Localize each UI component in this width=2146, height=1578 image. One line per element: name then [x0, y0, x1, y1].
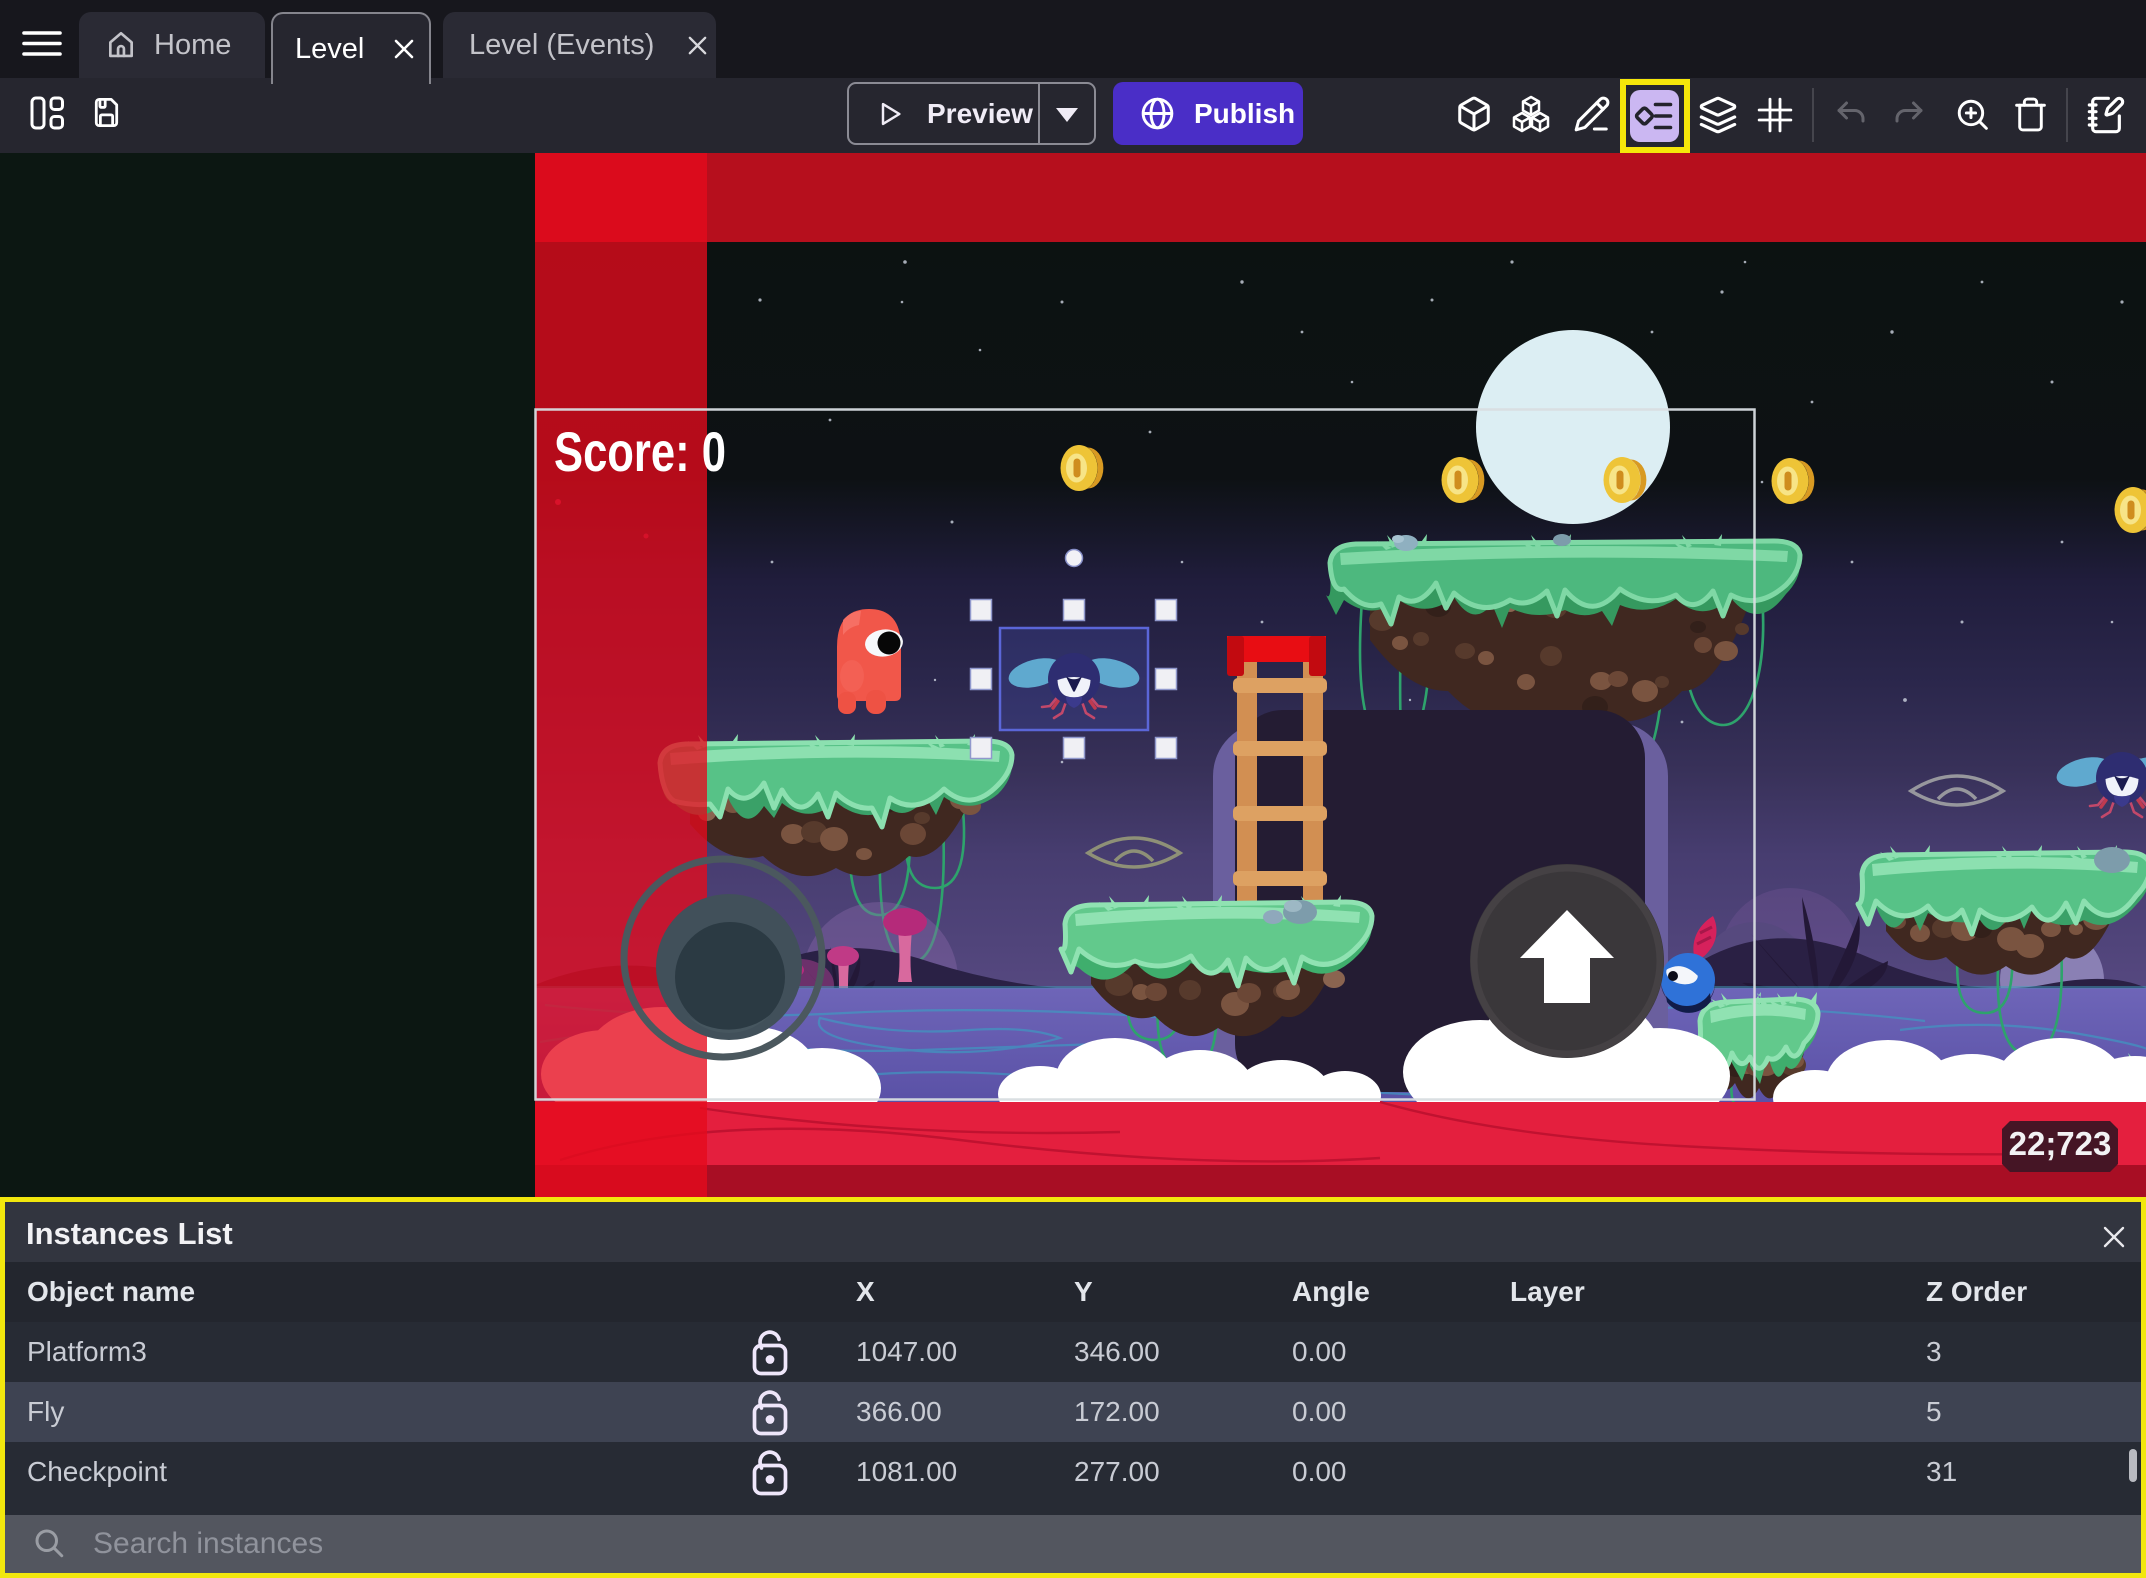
- svg-text:Score: 0: Score: 0: [554, 420, 726, 483]
- svg-text:22;723: 22;723: [2009, 1125, 2112, 1162]
